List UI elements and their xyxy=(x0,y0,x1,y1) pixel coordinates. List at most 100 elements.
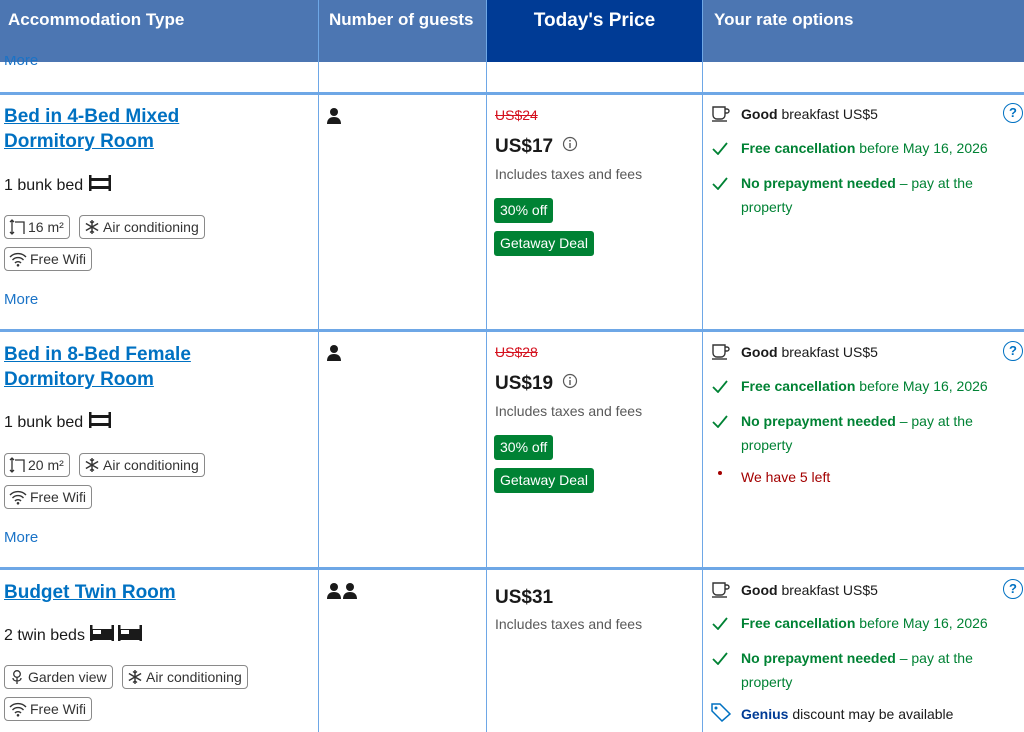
deal-badge: Getaway Deal xyxy=(494,231,594,256)
header-number-of-guests: Number of guests xyxy=(329,10,474,29)
chip-label: Free Wifi xyxy=(30,489,86,505)
cancellation-label: Free cancellation xyxy=(741,615,856,631)
bunk-bed-icon xyxy=(88,175,111,191)
info-icon[interactable] xyxy=(562,136,578,152)
breakfast-option: Good breakfast US$5 xyxy=(741,102,878,126)
cancellation-label: Free cancellation xyxy=(741,378,856,394)
original-price: US$28 xyxy=(495,344,538,360)
help-icon[interactable]: ? xyxy=(1003,341,1023,361)
bed-info: 2 twin beds xyxy=(4,624,143,645)
snowflake-icon xyxy=(128,670,142,684)
chip-free-wifi: Free Wifi xyxy=(4,247,92,271)
breakfast-quality: Good xyxy=(741,344,778,360)
room-name-line[interactable]: Bed in 4-Bed Mixed xyxy=(4,104,179,129)
room-name-line[interactable]: Dormitory Room xyxy=(4,129,179,154)
room-name-link[interactable]: Bed in 4-Bed Mixed Dormitory Room xyxy=(4,104,179,154)
checkmark-icon xyxy=(712,177,728,190)
breakfast-quality: Good xyxy=(741,106,778,122)
price-value: US$19 xyxy=(495,373,554,394)
person-icon xyxy=(327,108,341,124)
current-price: US$17 xyxy=(495,136,578,158)
room-name-link[interactable]: Budget Twin Room xyxy=(4,580,176,605)
taxes-note: Includes taxes and fees xyxy=(495,403,643,419)
chip-label: 16 m² xyxy=(28,219,64,235)
wifi-icon xyxy=(9,252,27,267)
column-divider xyxy=(486,0,487,732)
wifi-icon xyxy=(9,490,27,505)
column-divider xyxy=(318,0,319,732)
chip-room-size: 16 m² xyxy=(4,215,70,239)
checkmark-icon xyxy=(712,652,728,665)
prepayment-label: No prepayment needed xyxy=(741,650,896,666)
discount-badge: 30% off xyxy=(494,198,554,223)
bullet-dot xyxy=(718,471,722,475)
prepayment-detail: property xyxy=(741,199,793,215)
chip-room-size: 20 m² xyxy=(4,453,70,477)
cancellation-deadline: before May 16, 2026 xyxy=(859,378,988,394)
checkmark-icon xyxy=(712,415,728,428)
chip-label: Air conditioning xyxy=(103,457,199,473)
chip-label: Free Wifi xyxy=(30,701,86,717)
cancellation-deadline: before May 16, 2026 xyxy=(859,140,988,156)
prepayment-label: No prepayment needed xyxy=(741,175,896,191)
chip-air-conditioning: Air conditioning xyxy=(79,453,205,477)
breakfast-price: breakfast US$5 xyxy=(781,582,878,598)
chip-garden-view: Garden view xyxy=(4,665,113,689)
checkmark-icon xyxy=(712,142,728,155)
breakfast-price: breakfast US$5 xyxy=(781,344,878,360)
cancellation-label: Free cancellation xyxy=(741,140,856,156)
flower-icon xyxy=(12,670,22,684)
room-size-icon xyxy=(9,457,25,473)
snowflake-icon xyxy=(85,220,99,234)
room-name-link[interactable]: Bed in 8-Bed Female Dormitory Room xyxy=(4,342,191,392)
breakfast-quality: Good xyxy=(741,582,778,598)
prepayment-option: No prepayment needed – pay at the propert… xyxy=(741,409,1011,457)
snowflake-icon xyxy=(85,458,99,472)
person-icon xyxy=(327,345,341,361)
room-name-line[interactable]: Bed in 8-Bed Female xyxy=(4,342,191,367)
room-name-line[interactable]: Dormitory Room xyxy=(4,367,191,392)
chip-air-conditioning: Air conditioning xyxy=(122,665,248,689)
breakfast-cup-icon xyxy=(712,344,730,360)
original-price: US$24 xyxy=(495,107,538,123)
chip-label: Air conditioning xyxy=(103,219,199,235)
chip-free-wifi: Free Wifi xyxy=(4,485,92,509)
column-divider xyxy=(702,0,703,732)
prepayment-detail: – pay at the xyxy=(899,175,973,191)
room-name-line[interactable]: Budget Twin Room xyxy=(4,580,176,605)
bed-label: 1 bunk bed xyxy=(4,414,84,431)
cancellation-option: Free cancellation before May 16, 2026 xyxy=(741,374,988,398)
bed-label: 2 twin beds xyxy=(4,627,85,644)
discount-badge: 30% off xyxy=(494,435,554,460)
checkmark-icon xyxy=(712,380,728,393)
wifi-icon xyxy=(9,702,27,717)
breakfast-cup-icon xyxy=(712,582,730,598)
chip-label: Free Wifi xyxy=(30,251,86,267)
cancellation-deadline: before May 16, 2026 xyxy=(859,615,988,631)
chip-label: Air conditioning xyxy=(146,669,242,685)
prepayment-option: No prepayment needed – pay at the propert… xyxy=(741,171,1011,219)
genius-label: Genius xyxy=(741,706,789,722)
bed-info: 1 bunk bed xyxy=(4,411,112,432)
prepayment-detail: property xyxy=(741,674,793,690)
more-link[interactable]: More xyxy=(4,291,38,308)
row-divider xyxy=(0,92,1024,95)
bunk-bed-icon xyxy=(88,412,111,428)
current-price: US$31 xyxy=(495,587,554,608)
help-icon[interactable]: ? xyxy=(1003,579,1023,599)
taxes-note: Includes taxes and fees xyxy=(495,166,643,182)
cancellation-option: Free cancellation before May 16, 2026 xyxy=(741,136,988,160)
deal-badge: Getaway Deal xyxy=(494,468,594,493)
genius-discount: Genius discount may be available xyxy=(741,702,953,726)
breakfast-option: Good breakfast US$5 xyxy=(741,340,878,364)
info-icon[interactable] xyxy=(562,373,578,389)
current-price: US$19 xyxy=(495,373,578,395)
help-icon[interactable]: ? xyxy=(1003,103,1023,123)
prepayment-detail: property xyxy=(741,437,793,453)
row-divider xyxy=(0,567,1024,570)
header-todays-price: Today's Price xyxy=(487,0,702,62)
more-link[interactable]: More xyxy=(4,529,38,546)
more-link[interactable]: More xyxy=(4,56,38,68)
twin-bed-icon xyxy=(90,625,143,641)
chip-label: 20 m² xyxy=(28,457,64,473)
